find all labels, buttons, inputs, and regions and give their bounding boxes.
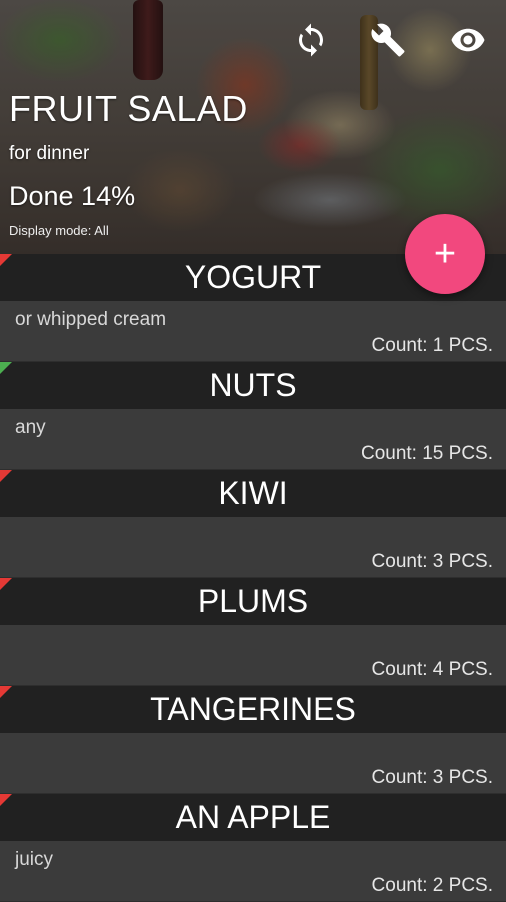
item-count: Count: 15 PCS. <box>360 443 493 464</box>
list-item[interactable]: PLUMS Count: 4 PCS. <box>0 578 506 686</box>
status-indicator <box>0 470 12 482</box>
item-name: PLUMS <box>197 583 309 619</box>
list-item[interactable]: NUTS any Count: 15 PCS. <box>0 362 506 470</box>
list-subtitle: for dinner <box>9 143 90 164</box>
item-count: Count: 4 PCS. <box>371 659 493 680</box>
item-header[interactable]: NUTS <box>0 362 506 409</box>
wrench-icon[interactable] <box>366 18 410 62</box>
item-note: juicy <box>15 849 54 870</box>
item-count: Count: 1 PCS. <box>371 335 493 356</box>
shopping-list: YOGURT or whipped cream Count: 1 PCS. NU… <box>0 254 506 902</box>
item-name: NUTS <box>209 367 297 403</box>
status-indicator <box>0 686 12 698</box>
item-details[interactable]: Count: 3 PCS. <box>0 517 506 578</box>
item-header[interactable]: TANGERINES <box>0 686 506 733</box>
list-item[interactable]: TANGERINES Count: 3 PCS. <box>0 686 506 794</box>
item-name: KIWI <box>218 475 288 511</box>
status-indicator <box>0 794 12 806</box>
item-name: TANGERINES <box>150 691 356 727</box>
display-mode-text: Display mode: All <box>9 223 109 238</box>
item-details[interactable]: juicy Count: 2 PCS. <box>0 841 506 902</box>
item-header[interactable]: KIWI <box>0 470 506 517</box>
status-indicator <box>0 578 12 590</box>
item-name: YOGURT <box>184 259 322 295</box>
list-title: FRUIT SALAD <box>9 88 248 129</box>
item-name: AN APPLE <box>175 799 331 835</box>
item-details[interactable]: any Count: 15 PCS. <box>0 409 506 470</box>
item-details[interactable]: Count: 3 PCS. <box>0 733 506 794</box>
item-note: or whipped cream <box>15 309 167 330</box>
item-details[interactable]: Count: 4 PCS. <box>0 625 506 686</box>
item-count: Count: 3 PCS. <box>371 551 493 572</box>
item-note: any <box>15 417 46 438</box>
progress-text: Done 14% <box>9 181 136 211</box>
list-item[interactable]: KIWI Count: 3 PCS. <box>0 470 506 578</box>
item-count: Count: 2 PCS. <box>371 875 493 896</box>
eye-icon[interactable] <box>446 18 490 62</box>
status-indicator <box>0 362 12 374</box>
list-item[interactable]: AN APPLE juicy Count: 2 PCS. <box>0 794 506 902</box>
item-count: Count: 3 PCS. <box>371 767 493 788</box>
item-header[interactable]: AN APPLE <box>0 794 506 841</box>
status-indicator <box>0 254 12 266</box>
item-header[interactable]: PLUMS <box>0 578 506 625</box>
item-details[interactable]: or whipped cream Count: 1 PCS. <box>0 301 506 362</box>
add-item-button[interactable]: + <box>405 214 485 294</box>
sync-icon[interactable] <box>289 18 333 62</box>
